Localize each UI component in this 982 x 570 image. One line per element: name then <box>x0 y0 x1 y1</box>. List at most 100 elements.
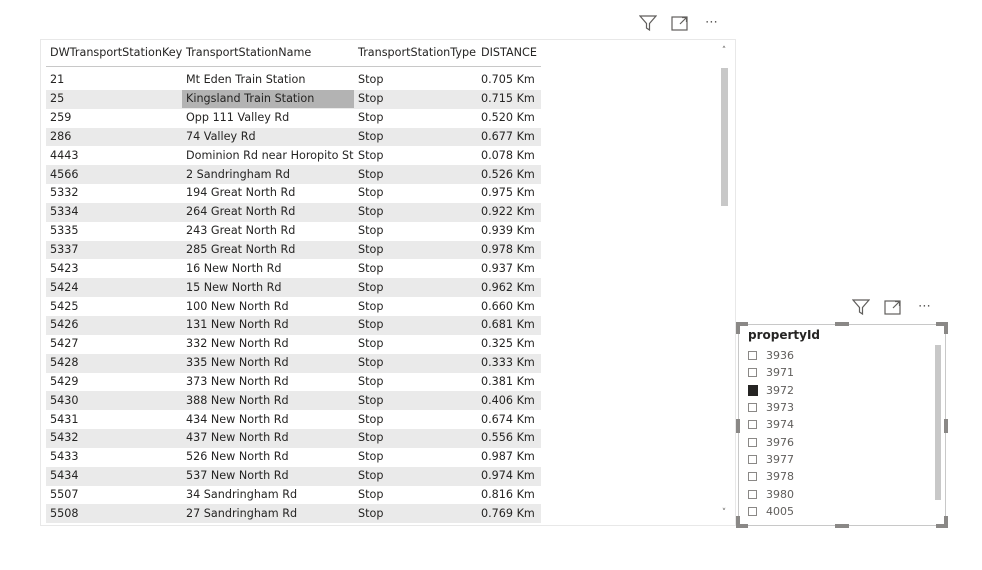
scroll-down-icon[interactable]: ˅ <box>719 508 729 518</box>
dwtransportstationkey-cell[interactable]: 5433 <box>46 448 182 466</box>
checkbox[interactable] <box>748 472 757 482</box>
dwtransportstationkey-cell[interactable]: 5508 <box>46 505 182 523</box>
distance-cell[interactable]: 0.962 Km <box>477 279 541 297</box>
checkbox[interactable] <box>748 351 757 361</box>
transportstationtype-cell[interactable]: Stop <box>354 203 477 221</box>
dwtransportstationkey-cell[interactable]: 25 <box>46 90 182 108</box>
distance-cell[interactable]: 0.677 Km <box>477 128 541 146</box>
distance-cell[interactable]: 0.381 Km <box>477 373 541 391</box>
resize-handle[interactable] <box>944 322 948 334</box>
column-header-dwtransportstationkey[interactable]: DWTransportStationKey <box>46 44 182 62</box>
table-row[interactable]: 5426 131 New North Rd Stop 0.681 Km <box>46 315 541 335</box>
slicer-item[interactable]: 4005 <box>748 503 928 520</box>
dwtransportstationkey-cell[interactable]: 5337 <box>46 241 182 259</box>
table-row[interactable]: 5425 100 New North Rd Stop 0.660 Km <box>46 297 541 316</box>
transportstationtype-cell[interactable]: Stop <box>354 392 477 410</box>
transportstationname-cell[interactable]: 131 New North Rd <box>182 316 354 334</box>
distance-cell[interactable]: 0.520 Km <box>477 109 541 127</box>
slicer-item[interactable]: 4010 <box>748 520 928 522</box>
table-row[interactable]: 25 Kingsland Train Station Stop 0.715 Km <box>46 89 541 109</box>
column-header-transportstationname[interactable]: TransportStationName <box>182 44 354 62</box>
dwtransportstationkey-cell[interactable]: 5425 <box>46 298 182 316</box>
table-row[interactable]: 5429 373 New North Rd Stop 0.381 Km <box>46 373 541 392</box>
resize-handle[interactable] <box>736 516 740 528</box>
transportstationname-cell[interactable]: 27 Sandringham Rd <box>182 505 354 523</box>
transportstationtype-cell[interactable]: Stop <box>354 298 477 316</box>
transportstationtype-cell[interactable]: Stop <box>354 128 477 146</box>
checkbox[interactable] <box>748 437 757 447</box>
slicer-item[interactable]: 3976 <box>748 433 928 450</box>
dwtransportstationkey-cell[interactable]: 286 <box>46 128 182 146</box>
distance-cell[interactable]: 0.715 Km <box>477 90 541 108</box>
dwtransportstationkey-cell[interactable]: 4566 <box>46 166 182 184</box>
transportstationname-cell[interactable]: Mt Eden Train Station <box>182 71 354 89</box>
transportstationname-cell[interactable]: 264 Great North Rd <box>182 203 354 221</box>
dwtransportstationkey-cell[interactable]: 5432 <box>46 429 182 447</box>
transportstationname-cell[interactable]: 194 Great North Rd <box>182 184 354 202</box>
table-row[interactable]: 5334 264 Great North Rd Stop 0.922 Km <box>46 202 541 222</box>
transportstationname-cell[interactable]: 537 New North Rd <box>182 467 354 485</box>
dwtransportstationkey-cell[interactable]: 259 <box>46 109 182 127</box>
table-row[interactable]: 5332 194 Great North Rd Stop 0.975 Km <box>46 184 541 203</box>
transportstationtype-cell[interactable]: Stop <box>354 467 477 485</box>
slicer-item[interactable]: 3974 <box>748 416 928 433</box>
transportstationname-cell[interactable]: 335 New North Rd <box>182 354 354 372</box>
distance-cell[interactable]: 0.975 Km <box>477 184 541 202</box>
dwtransportstationkey-cell[interactable]: 5334 <box>46 203 182 221</box>
distance-cell[interactable]: 0.922 Km <box>477 203 541 221</box>
transportstationtype-cell[interactable]: Stop <box>354 166 477 184</box>
resize-handle[interactable] <box>944 516 948 528</box>
resize-handle[interactable] <box>736 419 740 433</box>
table-row[interactable]: 259 Opp 111 Valley Rd Stop 0.520 Km <box>46 109 541 128</box>
distance-cell[interactable]: 0.325 Km <box>477 335 541 353</box>
distance-cell[interactable]: 0.978 Km <box>477 241 541 259</box>
table-row[interactable]: 5427 332 New North Rd Stop 0.325 Km <box>46 335 541 354</box>
dwtransportstationkey-cell[interactable]: 5428 <box>46 354 182 372</box>
transportstationname-cell[interactable]: Opp 111 Valley Rd <box>182 109 354 127</box>
slicer-item[interactable]: 3978 <box>748 468 928 485</box>
distance-cell[interactable]: 0.681 Km <box>477 316 541 334</box>
transportstationname-cell[interactable]: 16 New North Rd <box>182 260 354 278</box>
distance-cell[interactable]: 0.987 Km <box>477 448 541 466</box>
table-row[interactable]: 5508 27 Sandringham Rd Stop 0.769 Km <box>46 504 541 524</box>
distance-cell[interactable]: 0.974 Km <box>477 467 541 485</box>
transportstationname-cell[interactable]: 526 New North Rd <box>182 448 354 466</box>
transportstationtype-cell[interactable]: Stop <box>354 448 477 466</box>
resize-handle[interactable] <box>835 524 849 528</box>
distance-cell[interactable]: 0.769 Km <box>477 505 541 523</box>
transportstationtype-cell[interactable]: Stop <box>354 184 477 202</box>
slicer-item[interactable]: 3977 <box>748 451 928 468</box>
checkbox[interactable] <box>748 489 757 499</box>
transportstationname-cell[interactable]: 100 New North Rd <box>182 298 354 316</box>
dwtransportstationkey-cell[interactable]: 5424 <box>46 279 182 297</box>
table-row[interactable]: 5337 285 Great North Rd Stop 0.978 Km <box>46 240 541 260</box>
resize-handle[interactable] <box>835 322 849 326</box>
scroll-up-icon[interactable]: ˄ <box>719 46 729 56</box>
distance-cell[interactable]: 0.333 Km <box>477 354 541 372</box>
transportstationtype-cell[interactable]: Stop <box>354 147 477 165</box>
more-options-icon[interactable]: ⋯ <box>702 13 722 33</box>
transportstationname-cell[interactable]: 373 New North Rd <box>182 373 354 391</box>
table-row[interactable]: 5335 243 Great North Rd Stop 0.939 Km <box>46 222 541 241</box>
table-row[interactable]: 21 Mt Eden Train Station Stop 0.705 Km <box>46 71 541 90</box>
slicer-item[interactable]: 3936 <box>748 347 928 364</box>
transportstationname-cell[interactable]: Dominion Rd near Horopito St <box>182 147 354 165</box>
transportstationtype-cell[interactable]: Stop <box>354 316 477 334</box>
transportstationtype-cell[interactable]: Stop <box>354 373 477 391</box>
slicer-item[interactable]: 3972 <box>748 382 928 399</box>
scrollbar-thumb[interactable] <box>721 68 728 206</box>
transportstationtype-cell[interactable]: Stop <box>354 241 477 259</box>
checkbox[interactable] <box>748 384 758 396</box>
checkbox[interactable] <box>748 368 757 378</box>
table-row[interactable]: 5507 34 Sandringham Rd Stop 0.816 Km <box>46 486 541 505</box>
distance-cell[interactable]: 0.939 Km <box>477 222 541 240</box>
table-row[interactable]: 5428 335 New North Rd Stop 0.333 Km <box>46 353 541 373</box>
transportstationname-cell[interactable]: 437 New North Rd <box>182 429 354 447</box>
dwtransportstationkey-cell[interactable]: 5507 <box>46 486 182 504</box>
slicer-scrollbar-thumb[interactable] <box>935 345 941 500</box>
transportstationname-cell[interactable]: Kingsland Train Station <box>182 90 354 109</box>
transportstationtype-cell[interactable]: Stop <box>354 222 477 240</box>
table-vertical-scrollbar[interactable]: ˄ ˅ <box>719 46 729 518</box>
distance-cell[interactable]: 0.078 Km <box>477 147 541 165</box>
transportstationname-cell[interactable]: 34 Sandringham Rd <box>182 486 354 504</box>
